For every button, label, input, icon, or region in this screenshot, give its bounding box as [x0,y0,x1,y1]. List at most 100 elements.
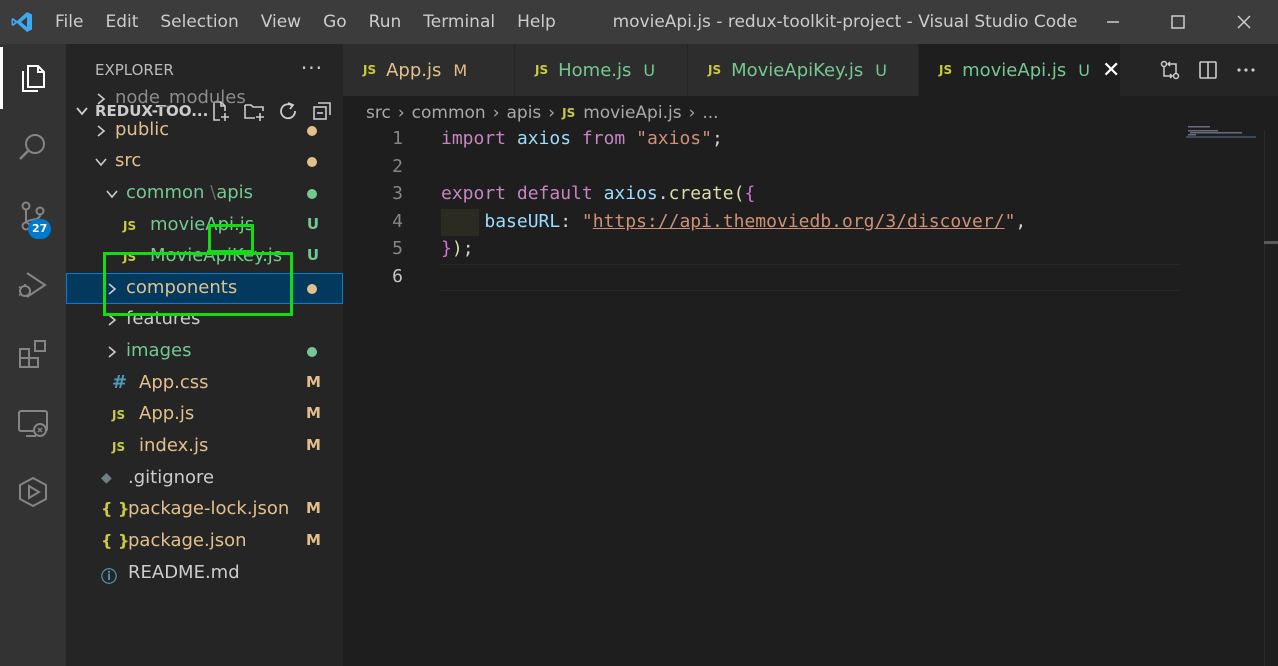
chevron-down-icon [93,154,109,175]
folder-public[interactable]: public [66,115,343,147]
close-tab-icon[interactable]: ✕ [1102,58,1120,83]
menu-run[interactable]: Run [358,0,413,44]
folder-node-modules[interactable]: node_modules [66,83,343,115]
tab-movieapi-js[interactable]: JS movieApi.js U ✕ [919,44,1121,96]
current-line-highlight [440,263,1180,291]
split-editor-icon[interactable] [1189,44,1227,96]
menu-bar: File Edit Selection View Go Run Terminal… [44,0,567,44]
menu-view[interactable]: View [250,0,312,44]
git-status: M [306,499,321,517]
modified-dot [307,347,317,357]
js-file-icon: JS [939,63,953,77]
breadcrumb-item[interactable]: common [412,103,486,123]
menu-go[interactable]: Go [312,0,358,44]
chevron-right-icon: › [397,103,405,123]
keyword: from [581,128,626,149]
file-package-lock-json[interactable]: { } package-lock.json M [66,494,343,526]
title-bar: File Edit Selection View Go Run Terminal… [0,0,1278,44]
tree-item-label: node_modules [115,87,246,108]
menu-terminal[interactable]: Terminal [412,0,506,44]
tree-item-label: index.js [139,435,209,456]
punctuation: , [1015,210,1027,232]
url-link[interactable]: https://api.themoviedb.org/3/discover/ [593,211,1005,232]
breadcrumb-item[interactable]: apis [507,103,542,123]
source-control-icon[interactable]: 27 [0,185,66,247]
git-status: M [306,436,321,454]
css-file-icon: # [112,371,128,393]
git-status: M [306,372,321,391]
identifier: axios [516,128,572,149]
line-number: 4 [392,210,403,232]
folder-src[interactable]: src [66,146,343,178]
modified-dot [307,189,317,199]
file-gitignore[interactable]: ◆ .gitignore [66,463,343,495]
file-readme-md[interactable]: ⓘ README.md [66,558,343,590]
menu-help[interactable]: Help [506,0,567,44]
file-movieapi-js[interactable]: JS movieApi.js U [66,210,343,242]
tree-item-label: public [115,118,170,140]
punctuation: } [441,238,452,259]
vertical-scrollbar[interactable] [1264,130,1278,666]
run-debug-icon[interactable] [0,254,66,316]
json-file-icon: { } [101,499,130,518]
minimize-button[interactable] [1080,0,1146,44]
file-app-css[interactable]: # App.css M [66,368,343,400]
tree-item-label: App.js [139,403,195,424]
string-literal: " [1004,210,1016,232]
punctuation: ; [462,238,474,259]
code-line: 4 baseURL: "https://api.themoviedb.org/3… [343,208,1183,236]
maximize-button[interactable] [1145,0,1211,44]
menu-file[interactable]: File [44,0,94,44]
keyword: default [516,183,593,204]
breadcrumb: src › common › apis › JS movieApi.js › .… [343,96,1278,130]
js-file-icon: JS [112,440,126,454]
breadcrumb-item[interactable]: src [366,103,391,123]
line-number: 1 [392,128,403,149]
json-file-icon: { } [101,531,130,550]
folder-images[interactable]: images [66,336,343,368]
code-editor[interactable]: 1 import axios from "axios"; 2 3 export … [343,126,1183,326]
tab-app-js[interactable]: JS App.js M [343,44,515,96]
function-name: create [668,183,734,204]
file-app-js[interactable]: JS App.js M [66,399,343,431]
chevron-right-icon [93,91,109,112]
file-package-json[interactable]: { } package.json M [66,526,343,558]
minimap-slider[interactable] [1186,136,1256,138]
tree-item-label: images [126,340,192,361]
code-line: 5 }); [343,236,1183,264]
modified-dot [307,125,317,136]
activity-bar: 27 [0,44,66,666]
punctuation: ( [733,183,745,204]
vscode-logo-icon [0,0,44,44]
close-window-button[interactable] [1211,0,1277,44]
folder-common[interactable]: common \apis [66,178,343,210]
explorer-icon[interactable] [0,47,66,109]
open-changes-icon[interactable] [1151,44,1189,96]
git-status: U [643,60,656,80]
remote-explorer-icon[interactable] [0,392,66,454]
tree-item-label: common \apis [126,182,253,203]
breadcrumb-file[interactable]: movieApi.js [583,103,681,123]
menu-selection[interactable]: Selection [149,0,249,44]
tree-item-label: App.css [139,371,209,393]
more-actions-icon[interactable] [1227,44,1265,96]
extensions-icon[interactable] [0,323,66,385]
more-actions-button[interactable]: ··· [301,56,323,80]
punctuation: ; [711,128,723,149]
js-file-icon: JS [123,218,137,233]
git-status: U [306,246,320,264]
git-status: M [306,404,321,422]
minimap[interactable] [1186,124,1256,144]
menu-edit[interactable]: Edit [94,0,149,44]
file-index-js[interactable]: JS index.js M [66,431,343,463]
js-file-icon: JS [708,63,722,77]
search-icon[interactable] [0,116,66,178]
tab-movieapikey-js[interactable]: JS MovieApiKey.js U [688,44,919,96]
punctuation: : [560,210,572,232]
tab-home-js[interactable]: JS Home.js U [515,44,688,96]
tree-item-label: .gitignore [128,466,215,488]
tree-item-label: package.json [128,530,247,551]
breadcrumb-symbols[interactable]: ... [702,103,718,123]
folder-name-part: common [126,182,205,203]
testing-icon[interactable] [0,461,66,523]
